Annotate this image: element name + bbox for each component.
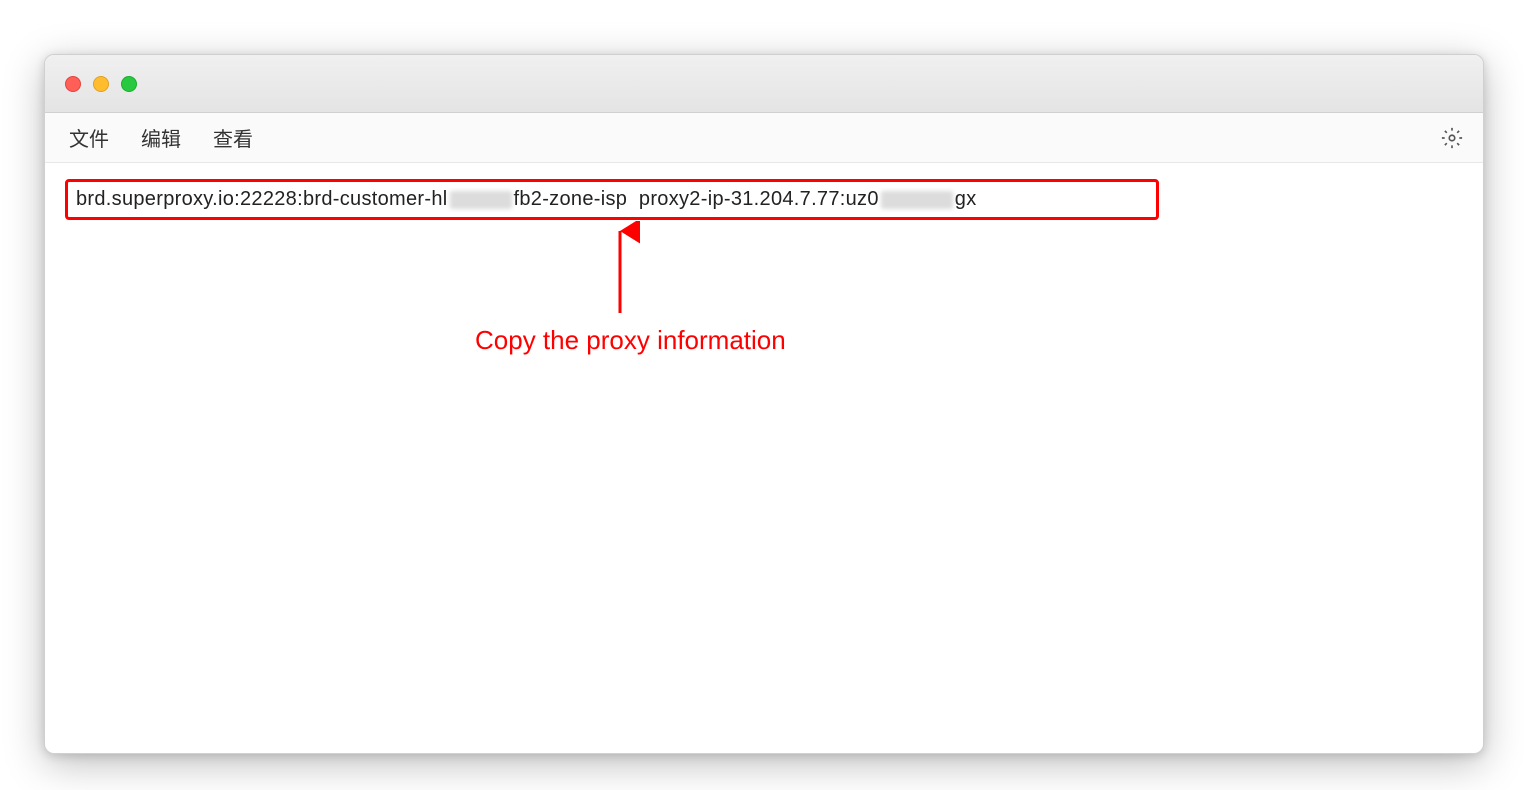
app-window: 文件 编辑 查看 brd.superproxy.io:22228:brd-cus…	[44, 54, 1484, 754]
content-area: brd.superproxy.io:22228:brd-customer-hl …	[45, 163, 1483, 236]
minimize-button[interactable]	[93, 76, 109, 92]
menu-file[interactable]: 文件	[69, 123, 109, 152]
proxy-text-part1: brd.superproxy.io:22228:brd-customer-hl	[76, 188, 448, 211]
close-button[interactable]	[65, 76, 81, 92]
annotation-label: Copy the proxy information	[475, 325, 786, 356]
gear-icon[interactable]	[1441, 127, 1463, 149]
proxy-blur-1	[450, 191, 512, 209]
proxy-text-part3: proxy2-ip-31.204.7.77:uz0	[639, 188, 879, 211]
maximize-button[interactable]	[121, 76, 137, 92]
annotation-arrow	[600, 221, 640, 321]
menubar: 文件 编辑 查看	[45, 113, 1483, 163]
proxy-highlight-box: brd.superproxy.io:22228:brd-customer-hl …	[65, 179, 1159, 220]
proxy-space	[627, 188, 639, 211]
proxy-text-part2: fb2-zone-isp	[514, 188, 628, 211]
menu-view[interactable]: 查看	[213, 123, 253, 152]
menu-edit[interactable]: 编辑	[141, 123, 181, 152]
proxy-blur-2	[881, 191, 953, 209]
titlebar	[45, 55, 1483, 113]
proxy-text-part4: gx	[955, 188, 977, 211]
